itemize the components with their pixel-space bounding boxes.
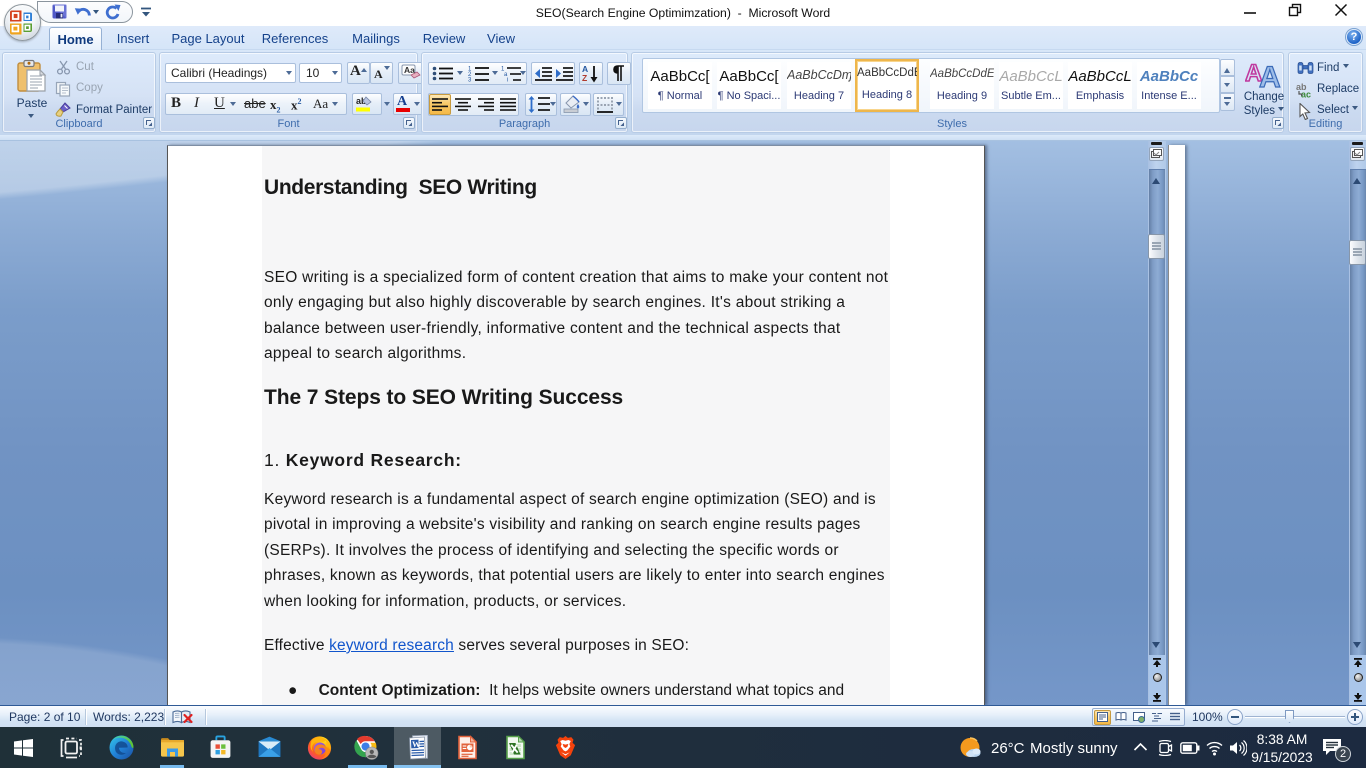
svg-text:i: i <box>507 78 508 83</box>
svg-text:3: 3 <box>468 78 472 83</box>
svg-text:Z: Z <box>582 73 587 83</box>
svg-text:ac: ac <box>1301 90 1311 99</box>
svg-text:A: A <box>1259 61 1281 89</box>
